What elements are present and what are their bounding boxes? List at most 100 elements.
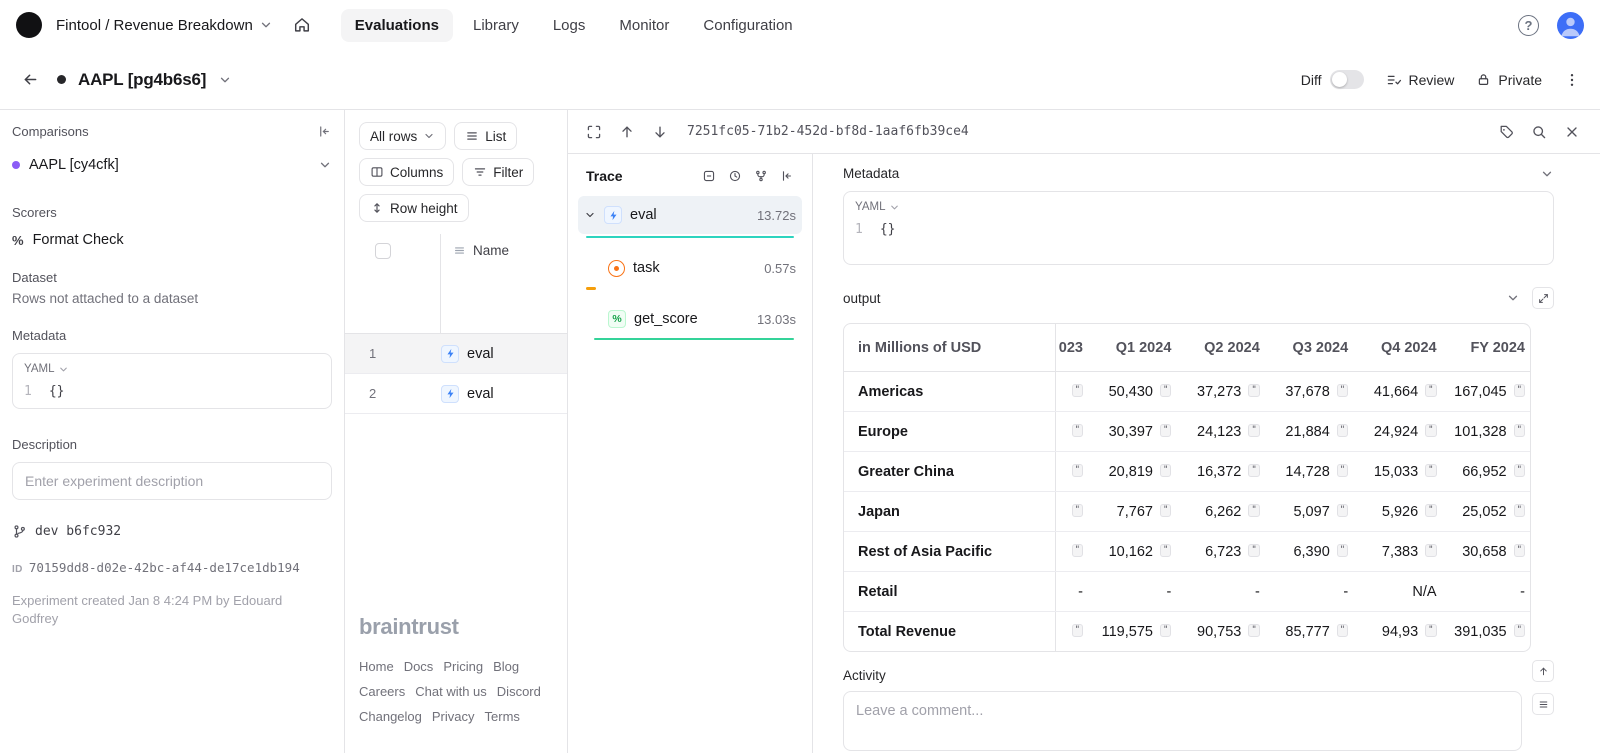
tab-library[interactable]: Library: [459, 9, 533, 42]
tag-icon[interactable]: [1498, 124, 1514, 140]
table-cell: 101,328": [1442, 412, 1530, 451]
description-input[interactable]: [12, 462, 332, 500]
user-avatar[interactable]: [1557, 12, 1584, 39]
chevron-down-icon[interactable]: [584, 209, 596, 221]
cell-value: 119,575: [1102, 624, 1153, 640]
metadata-section-header[interactable]: Metadata: [843, 166, 1554, 181]
collapse-panel-icon[interactable]: [317, 124, 332, 139]
quote-mark: ": [1072, 504, 1083, 517]
columns-button[interactable]: Columns: [359, 158, 454, 186]
collapse-panel-icon[interactable]: [780, 169, 794, 183]
help-button[interactable]: ?: [1518, 15, 1539, 36]
scorers-header: Scorers: [12, 205, 332, 220]
table-row[interactable]: 1 eval: [345, 334, 567, 374]
home-button[interactable]: [287, 10, 317, 40]
all-rows-dropdown[interactable]: All rows: [359, 122, 446, 150]
footer-link[interactable]: Home: [359, 659, 394, 674]
span-name: eval: [630, 207, 657, 223]
comparison-label: AAPL [cy4cfk]: [29, 157, 119, 173]
diff-toggle[interactable]: [1330, 70, 1364, 89]
tree-view-icon[interactable]: [754, 169, 768, 183]
search-icon[interactable]: [1531, 124, 1547, 140]
footer-link[interactable]: Pricing: [443, 659, 483, 674]
next-row-icon[interactable]: [652, 124, 668, 140]
footer-link[interactable]: Changelog: [359, 709, 422, 724]
expand-output-button[interactable]: [1532, 287, 1554, 309]
footer-link[interactable]: Chat with us: [415, 684, 487, 699]
comparison-item[interactable]: AAPL [cy4cfk]: [12, 149, 332, 181]
chevron-down-icon[interactable]: [1506, 291, 1520, 305]
footer-link[interactable]: Careers: [359, 684, 405, 699]
row-height-button[interactable]: Row height: [359, 194, 469, 222]
rows-list: 1 eval 2 eval: [345, 334, 567, 414]
footer-link[interactable]: Discord: [497, 684, 541, 699]
cell-value: 101,328: [1454, 424, 1506, 440]
chevron-down-icon: [58, 364, 69, 375]
metadata-header: Metadata: [12, 328, 332, 343]
span-row-task[interactable]: task 0.57s: [578, 251, 802, 285]
span-row-eval[interactable]: eval 13.72s: [578, 196, 802, 234]
list-label: List: [485, 129, 506, 144]
quote-mark: ": [1337, 624, 1348, 637]
kebab-menu-icon[interactable]: [1564, 72, 1580, 88]
braintrust-logo-icon[interactable]: [16, 12, 42, 38]
tab-configuration[interactable]: Configuration: [689, 9, 806, 42]
span-row-get-score[interactable]: % get_score 13.03s: [578, 302, 802, 336]
cell-value: -: [1255, 584, 1260, 600]
column-header: Q2 2024: [1176, 324, 1264, 371]
metadata-editor[interactable]: YAML 1 {}: [843, 191, 1554, 265]
close-icon[interactable]: [1564, 124, 1580, 140]
footer-link[interactable]: Privacy: [432, 709, 475, 724]
previous-row-icon[interactable]: [619, 124, 635, 140]
columns-label: Columns: [390, 165, 443, 180]
list-view-button[interactable]: List: [454, 122, 517, 150]
quote-mark: ": [1072, 624, 1083, 637]
comment-input[interactable]: [843, 691, 1522, 751]
eval-bolt-icon: [441, 345, 459, 363]
cell-value: 167,045: [1454, 384, 1506, 400]
table-cell: N/A: [1353, 572, 1441, 611]
table-cell: 30,397": [1088, 412, 1176, 451]
table-row: Retail - - - - N/A -: [844, 572, 1530, 612]
tab-monitor[interactable]: Monitor: [605, 9, 683, 42]
footer-link[interactable]: Blog: [493, 659, 519, 674]
durations-icon[interactable]: [728, 169, 742, 183]
cell-value: 25,052: [1462, 504, 1506, 520]
review-button[interactable]: Review: [1386, 72, 1455, 88]
table-row: Greater China " 20,819" 16,372" 14,728" …: [844, 452, 1530, 492]
tab-logs[interactable]: Logs: [539, 9, 600, 42]
comparison-status-dot: [12, 161, 20, 169]
span-block-task: task 0.57s: [568, 251, 812, 290]
footer-link[interactable]: Terms: [485, 709, 520, 724]
name-column-header[interactable]: Name: [453, 243, 509, 258]
scorer-item[interactable]: % Format Check: [12, 232, 332, 248]
private-button[interactable]: Private: [1476, 72, 1542, 88]
metadata-editor[interactable]: YAML 1 {}: [12, 353, 332, 409]
select-all-checkbox[interactable]: [375, 243, 391, 259]
scroll-top-button[interactable]: [1532, 660, 1554, 682]
back-button[interactable]: [16, 65, 45, 94]
filter-button[interactable]: Filter: [462, 158, 534, 186]
collapse-spans-icon[interactable]: [702, 169, 716, 183]
tab-evaluations[interactable]: Evaluations: [341, 9, 453, 42]
avatar-person-icon: [1557, 12, 1584, 39]
git-ref[interactable]: dev b6fc932: [12, 524, 332, 539]
expand-icon: [1538, 293, 1549, 304]
name-header-label: Name: [473, 243, 509, 258]
table-row: Europe " 30,397" 24,123" 21,884" 24,924"…: [844, 412, 1530, 452]
activity-list-button[interactable]: [1532, 693, 1554, 715]
table-row[interactable]: 2 eval: [345, 374, 567, 414]
table-cell: -: [1442, 572, 1530, 611]
column-header: Q3 2024: [1265, 324, 1353, 371]
row-label: Europe: [844, 412, 1056, 451]
expand-trace-icon[interactable]: [586, 124, 602, 140]
yaml-mode-select[interactable]: YAML: [855, 201, 1542, 213]
column-header-clipped: 023: [1056, 324, 1088, 371]
table-cell: ": [1056, 452, 1088, 491]
yaml-mode-select[interactable]: YAML: [24, 363, 320, 375]
project-breadcrumb[interactable]: Fintool / Revenue Breakdown: [56, 17, 273, 34]
cell-value: 50,430: [1109, 384, 1153, 400]
chevron-down-icon[interactable]: [218, 73, 232, 87]
percent-icon: %: [12, 233, 24, 248]
footer-link[interactable]: Docs: [404, 659, 434, 674]
